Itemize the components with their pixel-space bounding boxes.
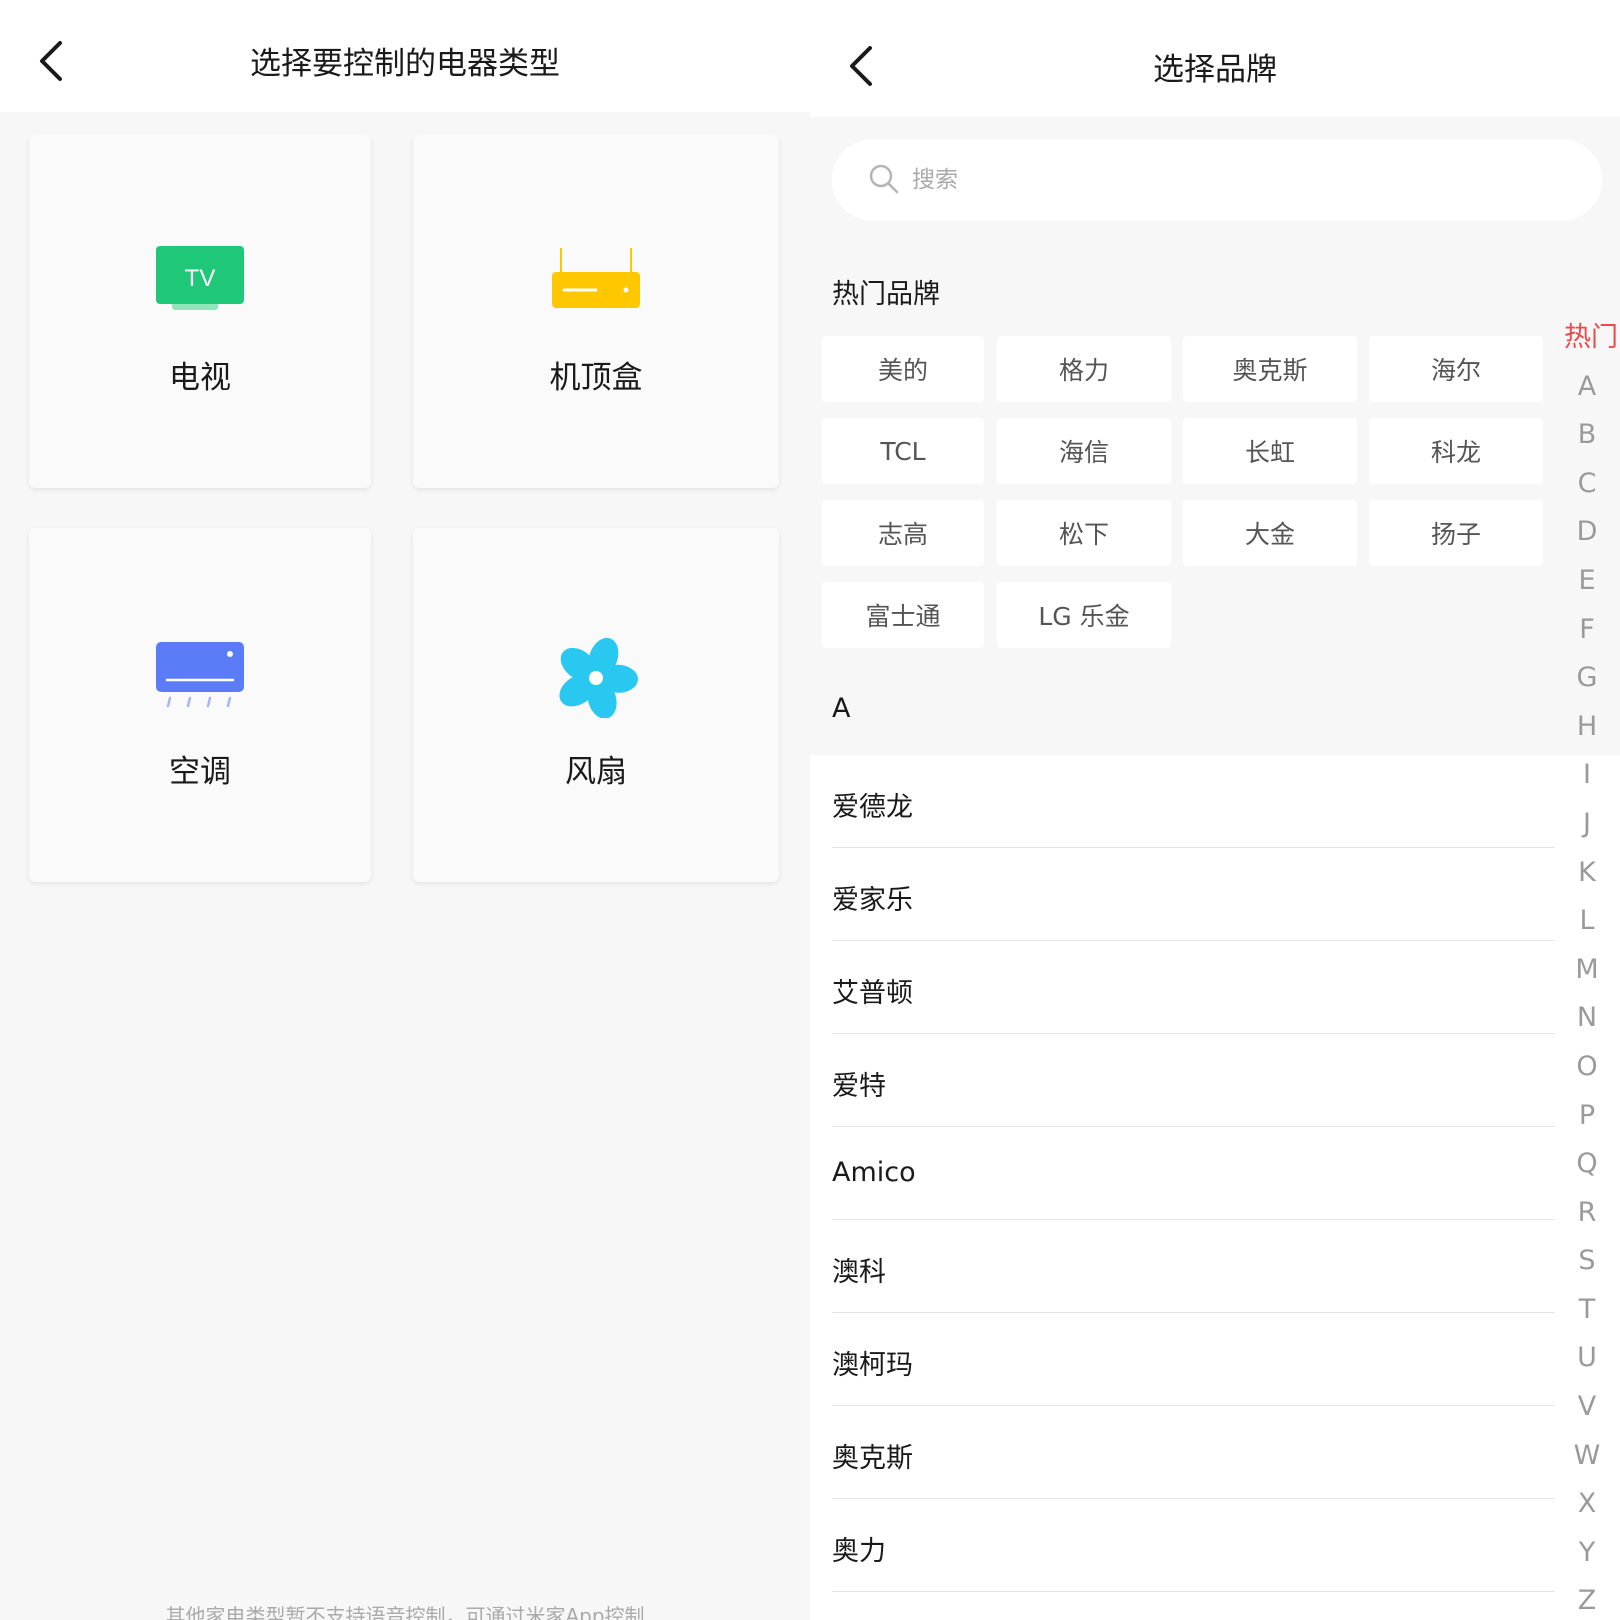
brand-name: 澳科 — [832, 1257, 886, 1288]
divider — [832, 1591, 1555, 1592]
hot-brand-button[interactable]: LG 乐金 — [997, 582, 1171, 648]
index-item-h[interactable]: H — [1554, 707, 1620, 756]
index-item-g[interactable]: G — [1554, 658, 1620, 707]
index-item-d[interactable]: D — [1554, 512, 1620, 561]
device-label: 电视 — [169, 360, 231, 396]
index-item-i[interactable]: I — [1554, 755, 1620, 804]
device-label: 空调 — [169, 754, 231, 790]
page-title: 选择要控制的电器类型 — [250, 46, 560, 82]
search-input[interactable] — [912, 157, 1562, 203]
brand-name: 爱家乐 — [832, 885, 913, 916]
device-type-screen: 选择要控制的电器类型 TV 电视 机顶盒 空调 风扇 其他家电类型暂不支持语音控… — [0, 0, 810, 1620]
hot-brand-button[interactable]: 海尔 — [1369, 336, 1543, 402]
hot-brands-heading: 热门品牌 — [832, 279, 940, 310]
hot-brand-button[interactable]: 松下 — [997, 500, 1171, 566]
index-item-f[interactable]: F — [1554, 610, 1620, 659]
brand-name: 艾普顿 — [832, 978, 913, 1009]
brand-name: 爱德龙 — [832, 792, 913, 823]
brand-select-screen: 选择品牌 热门品牌 美的格力奥克斯海尔TCL海信长虹科龙志高松下大金扬子富士通L… — [810, 0, 1620, 1620]
hot-brand-button[interactable]: TCL — [822, 418, 984, 484]
brand-list-item[interactable]: 奥克斯 — [810, 1406, 1555, 1499]
brand-name: 澳柯玛 — [832, 1350, 913, 1381]
brand-list-item[interactable]: 奥力 — [810, 1499, 1555, 1592]
section-header-a: A — [832, 693, 851, 724]
index-item-k[interactable]: K — [1554, 853, 1620, 902]
index-item-v[interactable]: V — [1554, 1387, 1620, 1436]
index-item-n[interactable]: N — [1554, 998, 1620, 1047]
index-item-p[interactable]: P — [1554, 1096, 1620, 1145]
index-item-w[interactable]: W — [1554, 1436, 1620, 1485]
device-card-set-top-box[interactable]: 机顶盒 — [413, 134, 779, 488]
hot-brand-button[interactable]: 奥克斯 — [1183, 336, 1357, 402]
hot-brand-button[interactable]: 富士通 — [822, 582, 984, 648]
hot-brand-button[interactable]: 海信 — [997, 418, 1171, 484]
brand-list: 爱德龙爱家乐艾普顿爱特 Amico 澳科澳柯玛奥克斯奥力 — [810, 755, 1555, 1592]
index-item-o[interactable]: O — [1554, 1047, 1620, 1096]
footer-note: 其他家电类型暂不支持语音控制，可通过米家App控制 — [165, 1604, 645, 1620]
index-item-s[interactable]: S — [1554, 1241, 1620, 1290]
index-item-a[interactable]: A — [1554, 367, 1620, 416]
index-item-q[interactable]: Q — [1554, 1144, 1620, 1193]
device-card-tv[interactable]: TV 电视 — [29, 134, 371, 488]
brand-list-item[interactable]: 艾普顿 — [810, 941, 1555, 1034]
device-card-fan[interactable]: 风扇 — [413, 528, 779, 882]
device-label: 机顶盒 — [549, 360, 643, 396]
hot-brand-button[interactable]: 长虹 — [1183, 418, 1357, 484]
index-item-x[interactable]: X — [1554, 1484, 1620, 1533]
brand-name: 奥力 — [832, 1536, 886, 1567]
index-item-r[interactable]: R — [1554, 1193, 1620, 1242]
index-item-y[interactable]: Y — [1554, 1533, 1620, 1582]
search-bar[interactable] — [832, 139, 1602, 221]
header: 选择要控制的电器类型 — [0, 0, 810, 112]
hot-brand-button[interactable]: 格力 — [997, 336, 1171, 402]
index-item-t[interactable]: T — [1554, 1290, 1620, 1339]
page-title: 选择品牌 — [1153, 52, 1277, 88]
brand-name: 爱特 — [832, 1071, 886, 1102]
hot-brand-button[interactable]: 扬子 — [1369, 500, 1543, 566]
index-item-j[interactable]: J — [1554, 804, 1620, 853]
hot-brand-button[interactable]: 大金 — [1183, 500, 1357, 566]
device-label: 风扇 — [565, 754, 627, 790]
index-item-m[interactable]: M — [1554, 950, 1620, 999]
tv-icon: TV — [156, 246, 244, 310]
search-icon — [869, 164, 899, 194]
header: 选择品牌 — [810, 0, 1620, 117]
index-item-z[interactable]: Z — [1554, 1581, 1620, 1620]
brand-list-item[interactable]: 澳柯玛 — [810, 1313, 1555, 1406]
brand-list-item[interactable]: Amico — [810, 1127, 1555, 1220]
index-item-b[interactable]: B — [1554, 415, 1620, 464]
index-item-l[interactable]: L — [1554, 901, 1620, 950]
air-conditioner-icon — [156, 642, 244, 708]
index-item-u[interactable]: U — [1554, 1338, 1620, 1387]
brand-name: 奥克斯 — [832, 1443, 913, 1474]
index-item-e[interactable]: E — [1554, 561, 1620, 610]
fan-icon — [559, 638, 638, 718]
index-item-hot[interactable]: 热门 — [1554, 318, 1620, 367]
tv-icon-text: TV — [185, 265, 216, 292]
index-item-c[interactable]: C — [1554, 464, 1620, 513]
brand-name: Amico — [832, 1157, 916, 1188]
device-card-air-conditioner[interactable]: 空调 — [29, 528, 371, 882]
brand-list-item[interactable]: 爱德龙 — [810, 755, 1555, 848]
alphabet-index: 热门 A B C D E F G H I J K L M N O P Q R S T U V W X Y Z — [1554, 318, 1620, 1620]
brand-list-item[interactable]: 爱家乐 — [810, 848, 1555, 941]
set-top-box-icon — [552, 248, 640, 308]
hot-brand-button[interactable]: 科龙 — [1369, 418, 1543, 484]
brand-list-item[interactable]: 爱特 — [810, 1034, 1555, 1127]
hot-brand-button[interactable]: 美的 — [822, 336, 984, 402]
hot-brand-button[interactable]: 志高 — [822, 500, 984, 566]
brand-list-item[interactable]: 澳科 — [810, 1220, 1555, 1313]
